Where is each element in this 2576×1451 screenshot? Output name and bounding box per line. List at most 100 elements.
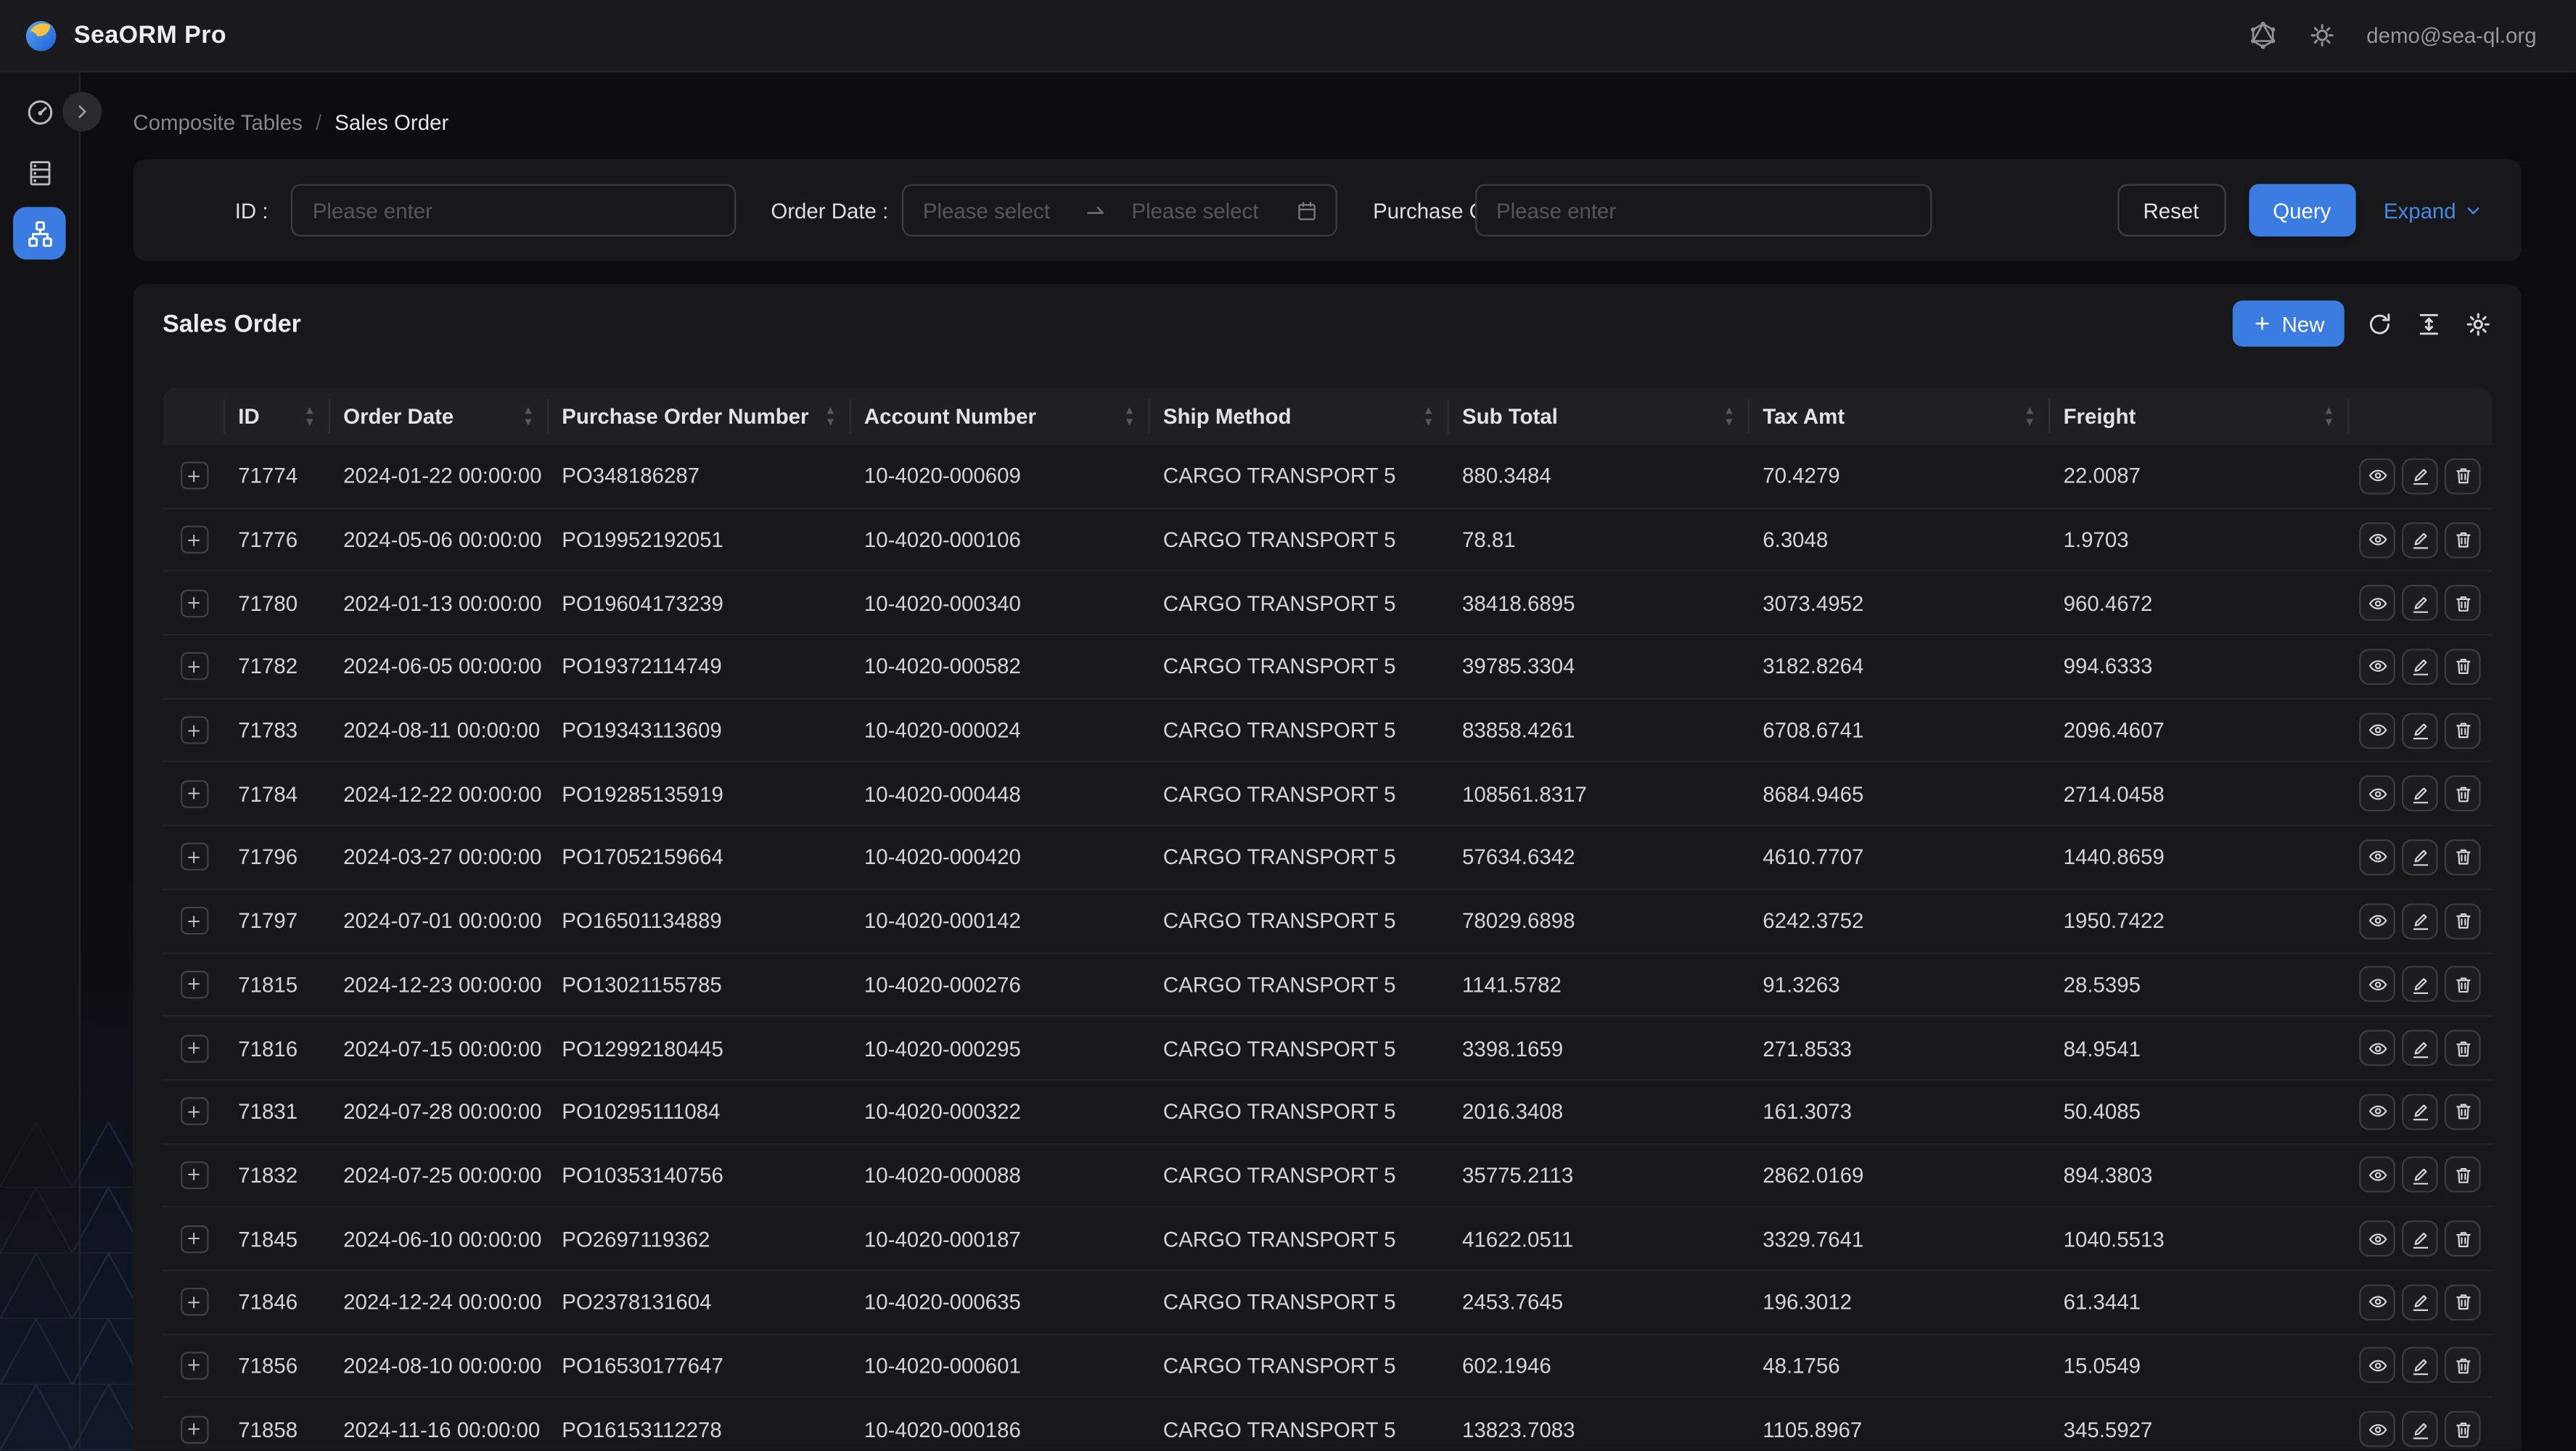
edit-button[interactable] [2401, 712, 2438, 749]
view-button[interactable] [2359, 776, 2395, 813]
row-expand-button[interactable] [179, 779, 208, 808]
row-expand-button[interactable] [179, 907, 208, 935]
edit-button[interactable] [2401, 839, 2438, 876]
view-button[interactable] [2359, 521, 2395, 558]
new-record-button[interactable]: New [2232, 300, 2345, 347]
delete-button[interactable] [2444, 776, 2481, 813]
cell-account-number: 10-4020-000420 [864, 844, 1021, 870]
row-expand-button[interactable] [179, 1415, 208, 1444]
row-expand-button[interactable] [179, 1097, 208, 1126]
delete-button[interactable] [2444, 903, 2481, 940]
view-button[interactable] [2359, 1347, 2395, 1384]
delete-button[interactable] [2444, 712, 2481, 749]
view-button[interactable] [2359, 585, 2395, 622]
view-button[interactable] [2359, 903, 2395, 940]
header-id[interactable]: ID [225, 387, 331, 445]
row-expand-button[interactable] [179, 970, 208, 999]
row-expand-button[interactable] [179, 525, 208, 554]
view-button[interactable] [2359, 966, 2395, 1003]
edit-button[interactable] [2401, 585, 2438, 622]
sidebar-item-composite-tables[interactable] [13, 207, 66, 260]
view-button[interactable] [2359, 1283, 2395, 1320]
delete-button[interactable] [2444, 1093, 2481, 1130]
table-row: 71796 2024-03-27 00:00:00 PO17052159664 … [163, 826, 2493, 890]
delete-button[interactable] [2444, 966, 2481, 1003]
row-expand-button[interactable] [179, 1225, 208, 1253]
delete-button[interactable] [2444, 1411, 2481, 1447]
edit-button[interactable] [2401, 1029, 2438, 1066]
row-expand-button[interactable] [179, 461, 208, 490]
delete-button[interactable] [2444, 1029, 2481, 1066]
view-button[interactable] [2359, 1220, 2395, 1257]
filter-purchase-order-input[interactable] [1474, 184, 1932, 237]
cell-sub-total: 2016.3408 [1461, 1099, 1564, 1125]
edit-button[interactable] [2401, 458, 2438, 495]
view-button[interactable] [2359, 1411, 2395, 1447]
row-expand-button[interactable] [179, 1288, 208, 1317]
row-expand-button[interactable] [179, 1161, 208, 1189]
delete-button[interactable] [2444, 1283, 2481, 1320]
user-email[interactable]: demo@sea-ql.org [2366, 23, 2536, 48]
view-button[interactable] [2359, 839, 2395, 876]
edit-button[interactable] [2401, 1093, 2438, 1130]
delete-button[interactable] [2444, 521, 2481, 558]
header-freight[interactable]: Freight [2050, 387, 2350, 445]
edit-button[interactable] [2401, 521, 2438, 558]
header-order-date[interactable]: Order Date [330, 387, 549, 445]
view-button[interactable] [2359, 1029, 2395, 1066]
breadcrumb-section[interactable]: Composite Tables [133, 110, 302, 135]
sidebar-item-raw-tables[interactable] [13, 146, 65, 198]
edit-button[interactable] [2401, 649, 2438, 685]
view-button[interactable] [2359, 1093, 2395, 1130]
delete-button[interactable] [2444, 649, 2481, 685]
header-purchase-order-number[interactable]: Purchase Order Number [549, 387, 851, 445]
edit-button[interactable] [2401, 966, 2438, 1003]
row-expand-button[interactable] [179, 1352, 208, 1380]
row-expand-button[interactable] [179, 1034, 208, 1062]
view-button[interactable] [2359, 458, 2395, 495]
filter-id-input[interactable] [291, 184, 737, 237]
edit-button[interactable] [2401, 1283, 2438, 1320]
filter-date-range-picker[interactable] [901, 184, 1337, 237]
edit-button[interactable] [2401, 776, 2438, 813]
edit-button[interactable] [2401, 1411, 2438, 1447]
sidebar-collapse-button[interactable] [62, 91, 102, 132]
theme-toggle-button[interactable] [2308, 20, 2339, 51]
sidebar-item-dashboard[interactable] [13, 86, 65, 138]
swap-right-icon [1082, 197, 1108, 223]
reload-button[interactable] [2366, 310, 2393, 337]
calendar-icon [1295, 198, 1319, 223]
query-button[interactable]: Query [2248, 184, 2356, 237]
row-density-button[interactable] [2415, 310, 2442, 337]
cell-order-date: 2024-11-16 00:00:00 [343, 1417, 541, 1442]
edit-button[interactable] [2401, 1347, 2438, 1384]
delete-button[interactable] [2444, 1220, 2481, 1257]
date-start-input[interactable] [903, 185, 1079, 235]
delete-button[interactable] [2444, 839, 2481, 876]
delete-button[interactable] [2444, 1347, 2481, 1384]
row-expand-button[interactable] [179, 843, 208, 871]
header-ship-method[interactable]: Ship Method [1150, 387, 1449, 445]
header-sub-total[interactable]: Sub Total [1449, 387, 1750, 445]
edit-button[interactable] [2401, 1156, 2438, 1193]
graphql-button[interactable] [2248, 20, 2279, 51]
date-end-input[interactable] [1112, 185, 1288, 235]
delete-button[interactable] [2444, 585, 2481, 622]
expand-filters-link[interactable]: Expand [2384, 198, 2482, 223]
row-expand-button[interactable] [179, 652, 208, 681]
edit-button[interactable] [2401, 1220, 2438, 1257]
header-tax-amt[interactable]: Tax Amt [1750, 387, 2051, 445]
delete-button[interactable] [2444, 458, 2481, 495]
delete-button[interactable] [2444, 1156, 2481, 1193]
table-row: 71776 2024-05-06 00:00:00 PO19952192051 … [163, 509, 2493, 572]
row-expand-button[interactable] [179, 716, 208, 744]
view-button[interactable] [2359, 712, 2395, 749]
view-button[interactable] [2359, 1156, 2395, 1193]
view-button[interactable] [2359, 649, 2395, 685]
table-row: 71832 2024-07-25 00:00:00 PO10353140756 … [163, 1144, 2493, 1208]
row-expand-button[interactable] [179, 589, 208, 617]
table-settings-button[interactable] [2464, 310, 2492, 337]
edit-button[interactable] [2401, 903, 2438, 940]
header-account-number[interactable]: Account Number [851, 387, 1150, 445]
reset-button[interactable]: Reset [2117, 184, 2226, 237]
